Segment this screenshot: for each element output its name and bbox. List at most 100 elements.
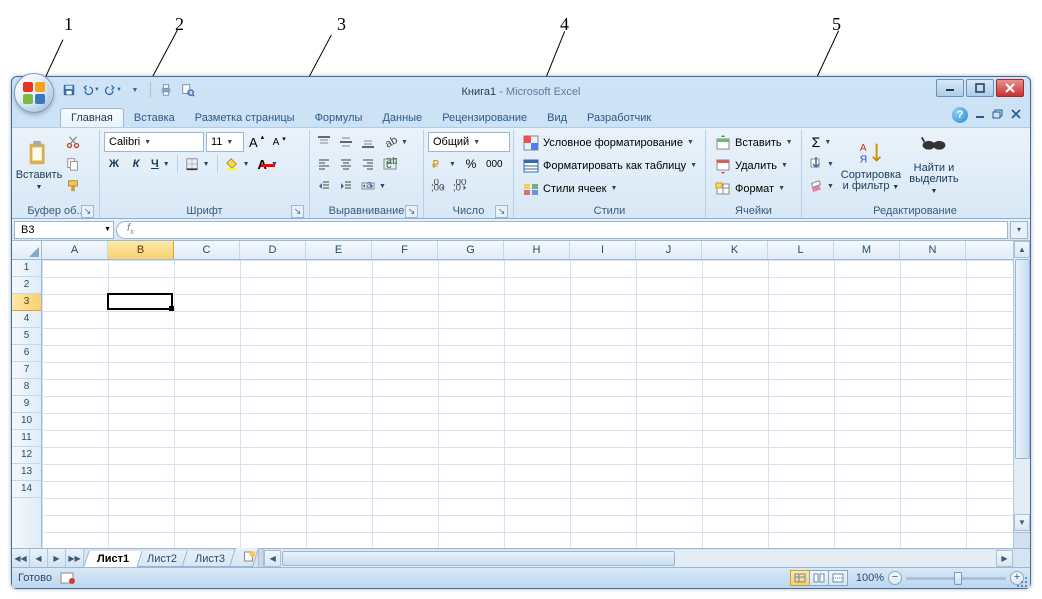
formula-bar[interactable]: fx [116,221,1008,239]
column-header[interactable]: J [636,241,702,259]
column-header[interactable]: L [768,241,834,259]
align-middle-icon[interactable] [336,132,356,152]
column-header[interactable]: M [834,241,900,259]
column-header[interactable]: K [702,241,768,259]
comma-icon[interactable]: 000 [483,154,506,174]
zoom-out-button[interactable]: − [888,571,902,585]
row-header[interactable]: 7 [12,362,41,379]
hscroll-thumb[interactable] [282,551,675,566]
decrease-indent-icon[interactable] [314,176,334,196]
zoom-slider[interactable] [906,577,1006,580]
quick-print-icon[interactable] [157,81,175,99]
tab-formulas[interactable]: Формулы [305,109,373,127]
column-header[interactable]: E [306,241,372,259]
row-header[interactable]: 6 [12,345,41,362]
tab-insert[interactable]: Вставка [124,109,185,127]
align-top-icon[interactable] [314,132,334,152]
maximize-button[interactable] [966,79,994,97]
column-header[interactable]: H [504,241,570,259]
column-header[interactable]: I [570,241,636,259]
workbook-restore-button[interactable] [992,108,1004,123]
alignment-launcher[interactable] [405,205,418,218]
decrease-decimal-icon[interactable]: ,00,0 [450,176,470,196]
merge-center-icon[interactable]: a▼ [358,176,389,196]
vsplit-handle[interactable] [1014,532,1030,548]
save-icon[interactable] [60,81,78,99]
formula-bar-expand[interactable]: ▾ [1010,221,1028,239]
increase-indent-icon[interactable] [336,176,356,196]
italic-button[interactable]: К [126,154,146,174]
vertical-scrollbar[interactable]: ▲ ▼ [1013,241,1030,548]
name-box[interactable]: B3▼ [14,221,114,239]
scroll-up-button[interactable]: ▲ [1014,241,1030,258]
row-header[interactable]: 14 [12,481,41,498]
currency-icon[interactable]: ₽▼ [428,154,459,174]
close-button[interactable] [996,79,1024,97]
tab-nav-last[interactable]: ▶▶ [66,549,84,567]
row-header[interactable]: 9 [12,396,41,413]
select-all-corner[interactable] [12,241,42,259]
zoom-label[interactable]: 100% [856,572,884,584]
underline-button[interactable]: Ч▼ [148,154,173,174]
row-header[interactable]: 2 [12,277,41,294]
active-cell[interactable] [107,293,173,310]
font-size-combo[interactable]: 11▼ [206,132,244,152]
row-header[interactable]: 11 [12,430,41,447]
number-format-combo[interactable]: Общий▼ [428,132,510,152]
tab-nav-next[interactable]: ▶ [48,549,66,567]
fill-color-icon[interactable]: ▼ [222,154,253,174]
column-header[interactable]: F [372,241,438,259]
row-header[interactable]: 5 [12,328,41,345]
column-header[interactable]: C [174,241,240,259]
shrink-font-icon[interactable]: A▾ [269,132,289,152]
redo-icon[interactable]: ▼ [104,81,122,99]
wrap-text-icon[interactable]: abc [380,154,400,174]
help-button[interactable]: ? [952,107,968,123]
cell-grid[interactable] [42,260,1030,548]
scroll-left-button[interactable]: ◀ [264,550,281,567]
font-color-icon[interactable]: A▼ [255,154,281,174]
row-header[interactable]: 3 [12,294,41,311]
workbook-close-button[interactable] [1010,108,1022,123]
office-button[interactable] [14,73,54,113]
insert-cells-button[interactable]: Вставить▼ [710,132,797,153]
orientation-icon[interactable]: ab▼ [380,132,411,152]
format-cells-button[interactable]: Формат▼ [710,178,797,199]
undo-icon[interactable]: ▼ [82,81,100,99]
autosum-icon[interactable]: Σ▼ [806,132,837,152]
font-launcher[interactable] [291,205,304,218]
macro-record-icon[interactable] [60,571,76,585]
row-header[interactable]: 8 [12,379,41,396]
resize-grip[interactable] [1014,574,1028,588]
align-bottom-icon[interactable] [358,132,378,152]
scroll-down-button[interactable]: ▼ [1014,514,1030,531]
sheet-tab[interactable]: Лист1 [83,551,142,567]
format-painter-icon[interactable] [63,176,83,196]
delete-cells-button[interactable]: Удалить▼ [710,155,797,176]
vscroll-thumb[interactable] [1015,259,1030,459]
conditional-formatting-button[interactable]: Условное форматирование▼ [518,132,701,153]
view-page-break-button[interactable] [828,570,848,586]
format-as-table-button[interactable]: Форматировать как таблицу▼ [518,155,701,176]
minimize-button[interactable] [936,79,964,97]
column-header[interactable]: N [900,241,966,259]
tab-view[interactable]: Вид [537,109,577,127]
column-header[interactable]: G [438,241,504,259]
row-header[interactable]: 4 [12,311,41,328]
insert-sheet-tab[interactable] [229,548,259,567]
align-center-icon[interactable] [336,154,356,174]
borders-icon[interactable]: ▼ [182,154,213,174]
tab-page-layout[interactable]: Разметка страницы [185,109,305,127]
column-header[interactable]: D [240,241,306,259]
align-left-icon[interactable] [314,154,334,174]
tab-review[interactable]: Рецензирование [432,109,537,127]
scroll-right-button[interactable]: ▶ [996,550,1013,567]
column-header[interactable]: B [108,241,174,259]
font-name-combo[interactable]: Calibri▼ [104,132,204,152]
increase-decimal-icon[interactable]: ,0,00 [428,176,448,196]
sort-filter-button[interactable]: АЯ Сортировка и фильтр ▼ [840,132,902,198]
clipboard-launcher[interactable] [81,205,94,218]
paste-button[interactable]: Вставить▼ [18,132,60,198]
tab-nav-prev[interactable]: ◀ [30,549,48,567]
row-header[interactable]: 1 [12,260,41,277]
